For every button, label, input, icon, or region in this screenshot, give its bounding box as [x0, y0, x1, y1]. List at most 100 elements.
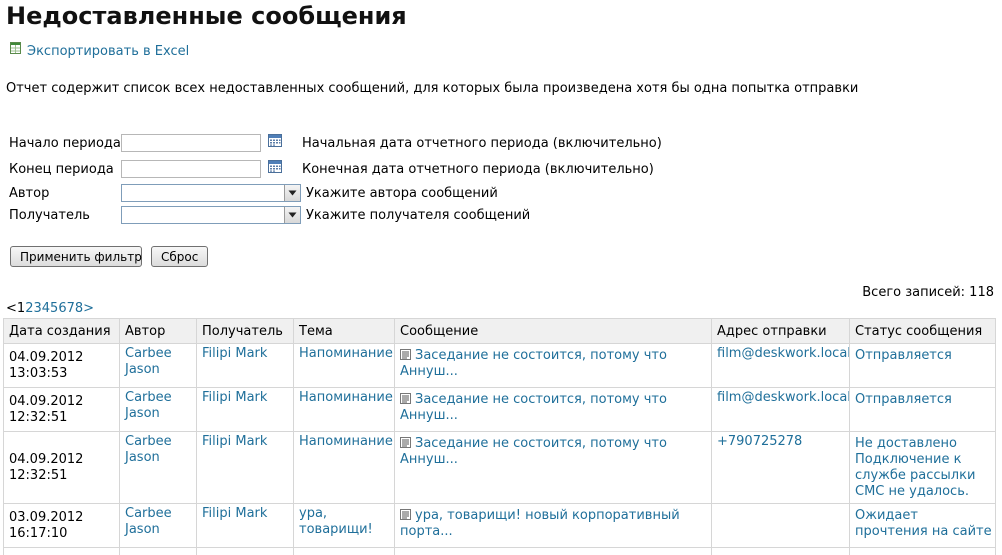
- subject-cell: Напоминание: [293, 431, 395, 504]
- message-cell: [394, 547, 712, 555]
- status-cell: [849, 547, 996, 555]
- author-link[interactable]: Carbee Jason: [125, 390, 172, 421]
- recipient-link[interactable]: Filipi Mark: [202, 346, 267, 361]
- export-excel[interactable]: Экспортировать в Excel: [10, 41, 189, 59]
- start-date-input[interactable]: [121, 134, 261, 152]
- message-link[interactable]: Заседание не состоится, потому что Аннуш…: [400, 348, 667, 379]
- recipient-link[interactable]: Filipi Mark: [202, 506, 267, 521]
- created-date: 04.09.2012: [9, 451, 84, 467]
- table-header-row: Дата создания Автор Получатель Тема Сооб…: [3, 318, 996, 344]
- column-header-subject[interactable]: Тема: [293, 318, 395, 344]
- subject-cell: [293, 547, 395, 555]
- pager-next[interactable]: >: [83, 301, 94, 316]
- created-cell: [3, 547, 120, 555]
- messages-table: Дата создания Автор Получатель Тема Сооб…: [3, 318, 996, 555]
- pager-page[interactable]: 7: [67, 301, 75, 316]
- column-header-status[interactable]: Статус сообщения: [849, 318, 996, 344]
- column-header-created[interactable]: Дата создания: [3, 318, 120, 344]
- created-cell: 03.09.2012 16:17:10: [3, 503, 120, 548]
- pager-current: 1: [16, 301, 26, 316]
- table-row: 04.09.2012 13:03:53 Carbee Jason Filipi M…: [3, 343, 996, 388]
- pager-page[interactable]: 6: [58, 301, 66, 316]
- total-records-label: Всего записей:: [862, 285, 966, 300]
- chevron-down-icon[interactable]: [284, 207, 300, 223]
- author-select[interactable]: [121, 184, 301, 202]
- status-cell: Отправляется: [849, 343, 996, 388]
- author-link[interactable]: Carbee Jason: [125, 506, 172, 537]
- address-cell: [711, 503, 850, 548]
- filter-recipient-row: Получатель Укажите получателя сообщений: [9, 204, 530, 226]
- pager-page[interactable]: 4: [42, 301, 50, 316]
- chevron-down-icon[interactable]: [284, 185, 300, 201]
- filter-end-label: Конец периода: [9, 161, 114, 177]
- created-cell: 04.09.2012 13:03:53: [3, 343, 120, 388]
- address-link[interactable]: film@deskwork.local: [717, 390, 849, 405]
- recipient-cell: Filipi Mark: [196, 503, 294, 548]
- end-date-input[interactable]: [121, 160, 261, 178]
- message-icon: [400, 437, 411, 448]
- pager-page[interactable]: 8: [75, 301, 83, 316]
- message-cell: Заседание не состоится, потому что Аннуш…: [394, 431, 712, 504]
- recipient-link[interactable]: Filipi Mark: [202, 434, 267, 449]
- message-cell: Заседание не состоится, потому что Аннуш…: [394, 387, 712, 432]
- created-date: 03.09.2012: [9, 509, 84, 525]
- export-excel-link[interactable]: Экспортировать в Excel: [27, 44, 189, 59]
- apply-filter-button[interactable]: Применить фильтр: [10, 246, 142, 267]
- report-page: Недоставленные сообщения Экспортировать …: [0, 0, 1002, 555]
- address-cell: +790725278: [711, 431, 850, 504]
- recipient-link[interactable]: Filipi Mark: [202, 390, 267, 405]
- author-cell: Carbee Jason: [119, 387, 197, 432]
- column-header-author[interactable]: Автор: [119, 318, 197, 344]
- filter-author-hint: Укажите автора сообщений: [306, 185, 498, 201]
- filter-start-row: Начало периода Начальная дата отчетного …: [9, 132, 662, 154]
- message-icon: [400, 509, 411, 520]
- address-link[interactable]: +790725278: [717, 434, 802, 449]
- excel-icon[interactable]: [10, 41, 21, 54]
- message-link[interactable]: Заседание не состоится, потому что Аннуш…: [400, 436, 667, 467]
- address-cell: film@deskwork.local: [711, 387, 850, 432]
- author-link[interactable]: Carbee Jason: [125, 434, 172, 465]
- created-time: 16:17:10: [9, 525, 68, 541]
- author-cell: Carbee Jason: [119, 431, 197, 504]
- author-link[interactable]: Carbee Jason: [125, 346, 172, 377]
- subject-link[interactable]: Напоминание: [299, 346, 393, 361]
- subject-link[interactable]: Напоминание: [299, 434, 393, 449]
- pager: <12345678>: [6, 301, 94, 316]
- recipient-cell: Filipi Mark: [196, 431, 294, 504]
- created-cell: 04.09.2012 12:32:51: [3, 387, 120, 432]
- calendar-icon[interactable]: [267, 158, 283, 174]
- pager-prev[interactable]: <: [6, 301, 17, 316]
- status-cell: Ожидает прочтения на сайте: [849, 503, 996, 548]
- recipient-select[interactable]: [121, 206, 301, 224]
- message-link[interactable]: ура, товарищи! новый корпоративный порта…: [400, 508, 680, 539]
- page-title: Недоставленные сообщения: [6, 2, 407, 30]
- filter-author-label: Автор: [9, 185, 50, 201]
- filter-end-row: Конец периода Конечная дата отчетного пе…: [9, 158, 654, 180]
- recipient-cell: Filipi Mark: [196, 343, 294, 388]
- subject-link[interactable]: Напоминание: [299, 390, 393, 405]
- column-header-recipient[interactable]: Получатель: [196, 318, 294, 344]
- column-header-address[interactable]: Адрес отправки: [711, 318, 850, 344]
- status-text: Отправляется: [855, 348, 952, 363]
- table-row: [3, 547, 996, 555]
- subject-cell: Напоминание: [293, 387, 395, 432]
- filter-start-hint: Начальная дата отчетного периода (включи…: [302, 135, 662, 151]
- status-cell: Не доставлено Подключение к службе рассы…: [849, 431, 996, 504]
- address-link[interactable]: film@deskwork.local: [717, 346, 849, 361]
- address-cell: film@deskwork.local: [711, 343, 850, 388]
- filter-start-label: Начало периода: [9, 135, 121, 151]
- column-header-message[interactable]: Сообщение: [394, 318, 712, 344]
- created-date: 04.09.2012: [9, 349, 84, 365]
- filter-author-row: Автор Укажите автора сообщений: [9, 182, 498, 204]
- reset-button[interactable]: Сброс: [151, 246, 208, 267]
- filter-recipient-hint: Укажите получателя сообщений: [306, 207, 531, 223]
- message-link[interactable]: Заседание не состоится, потому что Аннуш…: [400, 392, 667, 423]
- created-date: 04.09.2012: [9, 393, 84, 409]
- filter-end-hint: Конечная дата отчетного периода (включит…: [302, 161, 654, 177]
- message-cell: ура, товарищи! новый корпоративный порта…: [394, 503, 712, 548]
- calendar-icon[interactable]: [267, 132, 283, 148]
- created-time: 13:03:53: [9, 365, 68, 381]
- pager-page[interactable]: 3: [33, 301, 41, 316]
- subject-link[interactable]: ура, товарищи!: [299, 506, 373, 537]
- table-row: 04.09.2012 12:32:51 Carbee Jason Filipi M…: [3, 387, 996, 432]
